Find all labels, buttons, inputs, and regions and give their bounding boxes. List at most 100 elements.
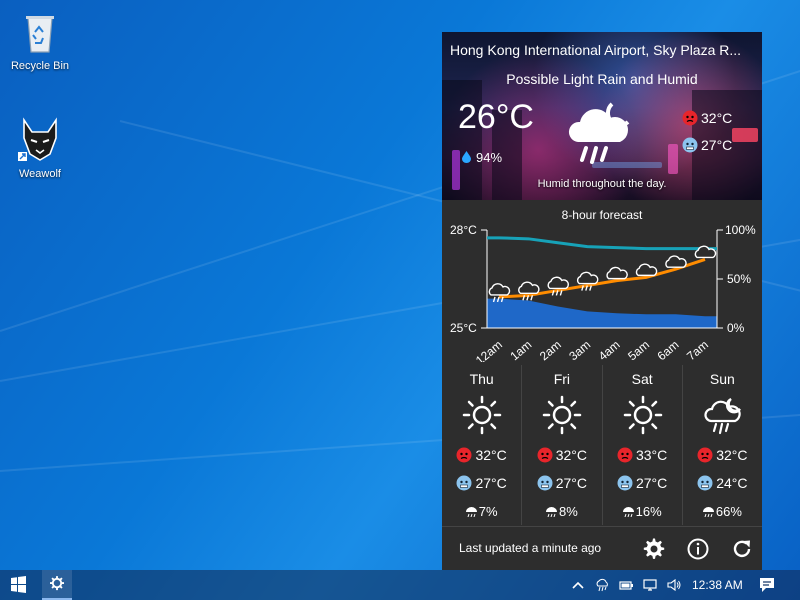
- hour-weather-icon: [518, 281, 540, 301]
- day-low-value: 27°C: [555, 475, 588, 491]
- cold-face-icon: [697, 475, 713, 491]
- chart-title: 8-hour forecast: [561, 208, 643, 222]
- desktop-icon-recycle-bin[interactable]: Recycle Bin: [2, 8, 78, 72]
- day-low-value: 24°C: [716, 475, 748, 491]
- day-low-value: 27°C: [635, 475, 668, 491]
- desktop-icon-weawolf[interactable]: Weawolf: [2, 116, 78, 180]
- day-high: 32°C: [522, 447, 601, 463]
- x-tick-label: 7am: [684, 338, 711, 362]
- precip-area: [487, 298, 717, 328]
- sun-icon: [462, 395, 502, 435]
- desktop-icon-label: Weawolf: [19, 168, 61, 180]
- day-high-value: 32°C: [555, 447, 588, 463]
- wolf-app-icon: [18, 117, 57, 161]
- x-tick-label: 2am: [537, 338, 564, 362]
- day-rain-value: 8%: [558, 504, 578, 519]
- sun-icon: [543, 395, 582, 435]
- hot-face-icon: [697, 447, 713, 463]
- umbrella-rain-icon: [702, 506, 714, 517]
- windows-start-icon[interactable]: [0, 570, 36, 600]
- x-tick-label: 4am: [596, 338, 623, 362]
- day-low: 24°C: [683, 475, 762, 491]
- battery-icon[interactable]: [618, 578, 634, 592]
- hot-face-icon: [617, 447, 633, 463]
- left-tick-label: 25°C: [450, 321, 477, 335]
- day-high: 32°C: [683, 447, 762, 463]
- day-rain-chance: 7%: [442, 504, 521, 519]
- hour-weather-icon: [665, 255, 687, 268]
- right-tick-label: 100%: [725, 223, 756, 237]
- taskbar: 12:38 AM: [0, 570, 800, 600]
- location-name: Hong Kong International Airport, Sky Pla…: [450, 42, 742, 58]
- today-low: 27°C: [682, 137, 732, 153]
- day-rain-chance: 66%: [683, 504, 762, 519]
- rain-cloud-moon-icon: [568, 102, 630, 164]
- x-tick-label: 12am: [473, 338, 505, 362]
- cold-face-icon: [456, 475, 472, 491]
- hour-weather-icon: [606, 266, 628, 280]
- day-rain-chance: 8%: [522, 504, 601, 519]
- settings-gear-icon[interactable]: [641, 537, 665, 561]
- day-high-value: 32°C: [475, 447, 507, 463]
- chevron-up-icon[interactable]: [570, 578, 586, 592]
- umbrella-rain-icon: [545, 506, 557, 517]
- weather-widget: Hong Kong International Airport, Sky Pla…: [442, 32, 762, 570]
- umbrella-rain-icon: [465, 506, 477, 517]
- day-name: Thu: [469, 371, 494, 387]
- cold-face-icon: [537, 475, 553, 491]
- humidity-value: 94%: [476, 150, 503, 165]
- day-name: Sun: [709, 371, 735, 387]
- day-forecast-sat: Sat 33°C 27°C 16%: [603, 365, 683, 525]
- refresh-icon[interactable]: [730, 537, 754, 561]
- cold-face-icon: [617, 475, 633, 491]
- day-high-value: 32°C: [716, 447, 748, 463]
- day-rain-value: 66%: [715, 504, 742, 519]
- action-center-icon[interactable]: [758, 576, 776, 594]
- day-rain-value: 7%: [478, 504, 498, 519]
- last-updated-text: Last updated a minute ago: [459, 541, 602, 555]
- current-temperature: 26°C: [458, 98, 534, 136]
- x-tick-label: 3am: [566, 338, 593, 362]
- left-tick-label: 28°C: [450, 223, 477, 237]
- day-low: 27°C: [522, 475, 601, 491]
- day-high-value: 33°C: [635, 447, 668, 463]
- right-tick-label: 50%: [727, 272, 751, 286]
- day-name: Sat: [631, 371, 653, 387]
- condition-text: Possible Light Rain and Humid: [506, 71, 698, 87]
- volume-icon[interactable]: [666, 578, 682, 592]
- day-low: 27°C: [442, 475, 521, 491]
- day-high: 32°C: [442, 447, 521, 463]
- humidity-drop-icon: [462, 151, 471, 163]
- daily-forecast: Thu 32°C 27°C 7% Fri 32°C 27°C 8% Sat 33…: [442, 365, 762, 525]
- hot-face-icon: [456, 447, 472, 463]
- today-high-value: 32°C: [701, 110, 733, 126]
- hourly-forecast-chart: 8-hour forecast 28°C 25°C 100% 50% 0% 12am 1am…: [442, 200, 762, 368]
- day-rain-value: 16%: [635, 504, 662, 519]
- x-tick-label: 5am: [625, 338, 652, 362]
- hot-face-icon: [682, 110, 698, 126]
- right-tick-label: 0%: [727, 321, 745, 335]
- hot-face-icon: [537, 447, 553, 463]
- widget-footer: Last updated a minute ago: [442, 526, 762, 570]
- hour-weather-icon: [635, 263, 658, 277]
- cold-face-icon: [682, 137, 698, 153]
- day-name: Fri: [553, 371, 571, 387]
- day-forecast-sun: Sun 32°C 24°C 66%: [683, 365, 762, 525]
- info-icon[interactable]: [686, 537, 710, 561]
- desktop-icon-label: Recycle Bin: [10, 60, 70, 72]
- taskbar-settings-gear-icon[interactable]: [42, 570, 72, 600]
- recycle-bin-icon: [26, 16, 54, 53]
- day-low: 27°C: [603, 475, 682, 491]
- taskbar-clock[interactable]: 12:38 AM: [692, 578, 743, 592]
- weather-tray-icon[interactable]: [594, 578, 610, 592]
- day-forecast-fri: Fri 32°C 27°C 8%: [522, 365, 603, 525]
- network-icon[interactable]: [642, 578, 658, 592]
- forecast-chart-svg: 28°C 25°C 100% 50% 0% 12am 1am 2am 3am 4am 5am 6am 7…: [450, 223, 756, 368]
- day-description: Humid throughout the day.: [537, 178, 667, 190]
- current-weather-panel: Hong Kong International Airport, Sky Pla…: [442, 32, 762, 200]
- day-low-value: 27°C: [475, 475, 507, 491]
- sun-icon: [623, 395, 662, 435]
- day-rain-chance: 16%: [603, 504, 682, 519]
- day-high: 33°C: [603, 447, 682, 463]
- x-tick-label: 6am: [655, 338, 682, 362]
